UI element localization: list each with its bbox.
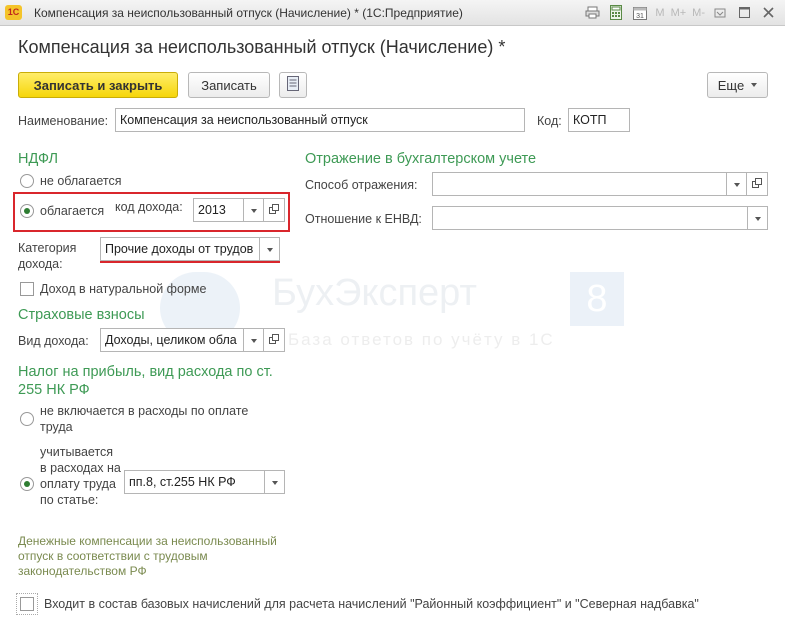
watermark-tagline: База ответов по учёту в 1С xyxy=(288,330,555,349)
window-title: Компенсация за неиспользованный отпуск (… xyxy=(34,6,463,20)
income-category-label: Категория дохода: xyxy=(18,241,77,271)
insurance-income-kind-dropdown-button[interactable] xyxy=(244,328,264,352)
income-code-dropdown-button[interactable] xyxy=(244,198,264,222)
radio-not-included[interactable] xyxy=(20,412,34,426)
base-accruals-label: Входит в состав базовых начислений для р… xyxy=(44,597,699,611)
save-button[interactable]: Записать xyxy=(188,72,270,98)
chevron-down-icon xyxy=(751,83,758,87)
envd-field[interactable] xyxy=(432,206,748,230)
code-input[interactable]: КОТП xyxy=(568,108,630,132)
expense-article-note: Денежные компенсации за неиспользованный… xyxy=(18,534,277,578)
memory-plus-button[interactable]: M+ xyxy=(671,4,687,21)
window-titlebar: 1С Компенсация за неиспользованный отпус… xyxy=(0,0,785,26)
ndfl-section-title: НДФЛ xyxy=(18,151,59,167)
income-code-label: код дохода: xyxy=(115,200,183,214)
memory-minus-button[interactable]: M- xyxy=(692,4,705,21)
close-icon[interactable] xyxy=(759,4,777,21)
insurance-section-title: Страховые взносы xyxy=(18,307,145,323)
not-taxed-label: не облагается xyxy=(40,174,122,188)
name-label: Наименование: xyxy=(18,114,109,128)
code-label: Код: xyxy=(537,114,562,128)
income-code-combo[interactable]: 2013 xyxy=(193,198,285,222)
insurance-income-kind-label: Вид дохода: xyxy=(18,334,89,348)
titlebar-tools: 31 M M+ M- xyxy=(583,4,777,21)
menu-icon[interactable] xyxy=(711,4,729,21)
insurance-income-kind-field[interactable]: Доходы, целиком обла xyxy=(100,328,244,352)
envd-combo[interactable] xyxy=(432,206,768,230)
report-button[interactable] xyxy=(279,72,307,98)
insurance-income-kind-combo[interactable]: Доходы, целиком обла xyxy=(100,328,285,352)
watermark-brand: БухЭксперт xyxy=(272,272,477,314)
save-and-close-button[interactable]: Записать и закрыть xyxy=(18,72,178,98)
envd-label: Отношение к ЕНВД: xyxy=(305,212,422,226)
accounting-method-label: Способ отражения: xyxy=(305,178,418,192)
accounting-method-field[interactable] xyxy=(432,172,727,196)
envd-dropdown-button[interactable] xyxy=(748,206,768,230)
accounting-method-combo[interactable] xyxy=(432,172,768,196)
natural-form-label: Доход в натуральной форме xyxy=(40,282,207,296)
open-form-icon xyxy=(269,333,279,347)
accounting-section-title: Отражение в бухгалтерском учете xyxy=(305,151,537,167)
taxed-label: облагается xyxy=(40,204,105,218)
included-label: учитывается в расходах на оплату труда п… xyxy=(40,445,121,507)
more-label: Еще xyxy=(717,77,745,93)
radio-not-taxed[interactable] xyxy=(20,174,34,188)
income-code-open-button[interactable] xyxy=(264,198,285,222)
print-icon[interactable] xyxy=(583,4,601,21)
income-category-combo[interactable]: Прочие доходы от трудов xyxy=(100,237,280,261)
name-input[interactable]: Компенсация за неиспользованный отпуск xyxy=(115,108,525,132)
base-accruals-checkbox[interactable] xyxy=(20,597,34,611)
watermark-digit: 8 xyxy=(570,272,624,326)
accounting-method-dropdown-button[interactable] xyxy=(727,172,747,196)
income-category-highlight xyxy=(100,261,280,263)
natural-form-checkbox[interactable] xyxy=(20,282,34,296)
open-form-icon xyxy=(752,177,762,191)
income-code-field[interactable]: 2013 xyxy=(193,198,244,222)
form-title: Компенсация за неиспользованный отпуск (… xyxy=(18,37,506,57)
svg-text:31: 31 xyxy=(637,13,645,20)
expense-article-combo[interactable]: пп.8, ст.255 НК РФ xyxy=(124,470,285,494)
open-form-icon xyxy=(269,203,279,217)
insurance-income-kind-open-button[interactable] xyxy=(264,328,285,352)
document-list-icon xyxy=(287,76,299,94)
profit-tax-section-title: Налог на прибыль, вид расхода по ст. 255… xyxy=(18,364,273,398)
calculator-icon[interactable] xyxy=(607,4,625,21)
radio-taxed[interactable] xyxy=(20,204,34,218)
app-logo-icon: 1С xyxy=(5,5,22,20)
radio-included[interactable] xyxy=(20,477,34,491)
expense-article-dropdown-button[interactable] xyxy=(265,470,285,494)
expense-article-field[interactable]: пп.8, ст.255 НК РФ xyxy=(124,470,265,494)
accounting-method-open-button[interactable] xyxy=(747,172,768,196)
calendar-icon[interactable]: 31 xyxy=(631,4,649,21)
more-menu-button[interactable]: Еще xyxy=(707,72,768,98)
maximize-icon[interactable] xyxy=(735,4,753,21)
memory-m-button[interactable]: M xyxy=(655,4,664,21)
income-category-dropdown-button[interactable] xyxy=(260,237,280,261)
not-included-label: не включается в расходы по оплате труда xyxy=(40,404,249,434)
income-category-field[interactable]: Прочие доходы от трудов xyxy=(100,237,260,261)
